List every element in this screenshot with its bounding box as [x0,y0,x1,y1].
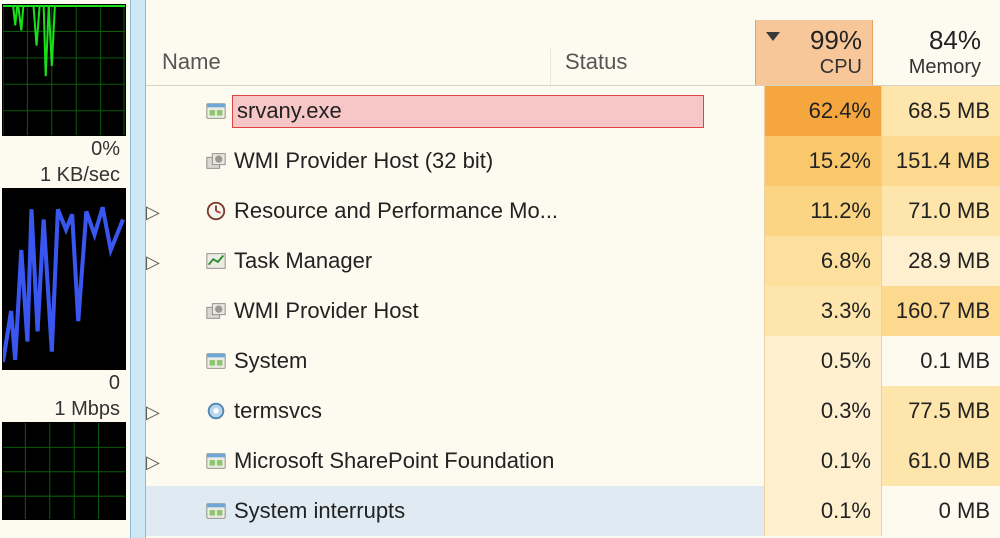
cpu-cell: 0.1% [764,436,882,486]
table-header: Name Status 99% CPU 84% Memory [146,0,1000,86]
process-name: srvany.exe [230,95,764,128]
mem-header-label: Memory [873,56,981,79]
memory-cell: 61.0 MB [882,436,1000,486]
app-icon [202,100,230,122]
splitter[interactable] [130,0,146,538]
process-table: Name Status 99% CPU 84% Memory srvany.ex… [146,0,1000,538]
row-indent: ▷ [146,448,202,474]
memory-cell: 28.9 MB [882,236,1000,286]
table-row[interactable]: System0.5%0.1 MB [146,336,1000,386]
table-row[interactable]: ▷ termsvcs0.3%77.5 MB [146,386,1000,436]
net-rate-label: 1 Mbps [0,396,126,422]
memory-cell: 151.4 MB [882,136,1000,186]
memory-cell: 68.5 MB [882,86,1000,136]
process-name: Microsoft SharePoint Foundation [230,448,764,474]
sort-desc-icon [766,32,780,41]
row-indent: ▷ [146,398,202,424]
memory-cell: 0.1 MB [882,336,1000,386]
table-row[interactable]: WMI Provider Host (32 bit)15.2%151.4 MB [146,136,1000,186]
expand-toggle[interactable]: ▷ [146,202,160,222]
disk-rate-label: 1 KB/sec [0,162,126,188]
memory-cell: 160.7 MB [882,286,1000,336]
memory-cell: 0 MB [882,486,1000,536]
process-name: termsvcs [230,398,764,424]
process-name: WMI Provider Host [230,298,764,324]
net-zero-label: 0 [0,370,126,396]
cpu-cell: 6.8% [764,236,882,286]
process-name: System interrupts [230,498,764,524]
cpu-cell: 15.2% [764,136,882,186]
col-cpu[interactable]: 99% CPU [755,20,873,85]
disk-mini-graph [2,188,126,370]
process-name: Task Manager [230,248,764,274]
table-body: srvany.exe62.4%68.5 MBWMI Provider Host … [146,86,1000,538]
table-row[interactable]: ▷ Task Manager6.8%28.9 MB [146,236,1000,286]
cpu-cell: 62.4% [764,86,882,136]
row-indent: ▷ [146,198,202,224]
clock-icon [202,200,230,222]
mem-total: 84% [873,24,981,56]
process-name: System [230,348,764,374]
memory-cell: 71.0 MB [882,186,1000,236]
app-icon [202,450,230,472]
cpu-mini-graph [2,4,126,136]
process-name: WMI Provider Host (32 bit) [230,148,764,174]
gear-icon [202,400,230,422]
chart-icon [202,250,230,272]
cpu-cell: 0.3% [764,386,882,436]
cpu-cell: 0.1% [764,486,882,536]
table-row[interactable]: System interrupts0.1%0 MB [146,486,1000,536]
cpu-header-label: CPU [756,56,862,79]
col-status[interactable]: Status [551,49,755,85]
highlight: srvany.exe [232,95,704,128]
perf-sidebar: 0% 1 KB/sec 0 1 Mbps [0,0,130,538]
table-row[interactable]: ▷ Microsoft SharePoint Foundation0.1%61.0… [146,436,1000,486]
table-row[interactable]: ▷ Resource and Performance Mo...11.2%71.0… [146,186,1000,236]
row-indent: ▷ [146,248,202,274]
expand-toggle[interactable]: ▷ [146,402,160,422]
col-name[interactable]: Name [146,49,551,85]
memory-cell: 77.5 MB [882,386,1000,436]
col-memory[interactable]: 84% Memory [873,20,991,85]
cpu-cell: 0.5% [764,336,882,386]
table-row[interactable]: srvany.exe 62.4%68.5 MB [146,86,1000,136]
table-row[interactable]: WMI Provider Host3.3%160.7 MB [146,286,1000,336]
net-mini-graph [2,422,126,520]
service-icon [202,300,230,322]
process-name: Resource and Performance Mo... [230,198,764,224]
app-icon [202,350,230,372]
cpu-cell: 11.2% [764,186,882,236]
cpu-percent-label: 0% [0,136,126,162]
service-icon [202,150,230,172]
expand-toggle[interactable]: ▷ [146,452,160,472]
expand-toggle[interactable]: ▷ [146,252,160,272]
cpu-cell: 3.3% [764,286,882,336]
app-icon [202,500,230,522]
